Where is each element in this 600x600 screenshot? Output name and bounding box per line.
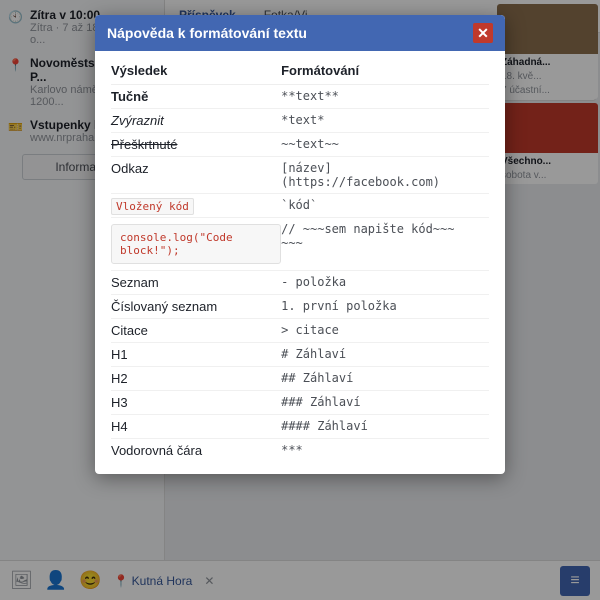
result-cell: H3 (111, 391, 281, 415)
format-cell: **text** (281, 85, 489, 109)
table-row: H2## Záhlaví (111, 367, 489, 391)
table-row: Přeškrtnuté~~text~~ (111, 133, 489, 157)
result-cell: Seznam (111, 271, 281, 295)
table-row: Vložený kód`kód` (111, 194, 489, 218)
format-cell: - položka (281, 271, 489, 295)
format-cell: ~~text~~ (281, 133, 489, 157)
result-cell: Přeškrtnuté (111, 133, 281, 157)
result-cell: H1 (111, 343, 281, 367)
col-result-header: Výsledek (111, 63, 281, 85)
format-cell: *text* (281, 109, 489, 133)
format-cell: ### Záhlaví (281, 391, 489, 415)
result-cell: console.log("Code block!"); (111, 218, 281, 271)
modal-close-button[interactable]: ✕ (473, 23, 493, 43)
modal-body: Výsledek Formátování Tučně**text**Zvýraz… (95, 51, 505, 474)
col-format-header: Formátování (281, 63, 489, 85)
table-row: console.log("Code block!");// ~~~sem nap… (111, 218, 489, 271)
table-row: Tučně**text** (111, 85, 489, 109)
format-cell: [název](https://facebook.com) (281, 157, 489, 194)
table-row: Odkaz[název](https://facebook.com) (111, 157, 489, 194)
modal-title: Nápověda k formátování textu (107, 25, 307, 41)
result-cell: Číslovaný seznam (111, 295, 281, 319)
result-cell: Zvýraznit (111, 109, 281, 133)
format-table: Výsledek Formátování Tučně**text**Zvýraz… (111, 63, 489, 462)
modal-header: Nápověda k formátování textu ✕ (95, 15, 505, 51)
format-cell: 1. první položka (281, 295, 489, 319)
format-cell: ## Záhlaví (281, 367, 489, 391)
table-row: H1# Záhlaví (111, 343, 489, 367)
result-cell: Citace (111, 319, 281, 343)
format-cell: > citace (281, 319, 489, 343)
table-row: Zvýraznit*text* (111, 109, 489, 133)
format-cell: *** (281, 439, 489, 463)
result-cell: Odkaz (111, 157, 281, 194)
table-row: Číslovaný seznam1. první položka (111, 295, 489, 319)
format-cell: #### Záhlaví (281, 415, 489, 439)
table-row: H3### Záhlaví (111, 391, 489, 415)
result-cell: H4 (111, 415, 281, 439)
table-row: Vodorovná čára*** (111, 439, 489, 463)
result-cell: Tučně (111, 85, 281, 109)
format-cell: # Záhlaví (281, 343, 489, 367)
table-row: Seznam- položka (111, 271, 489, 295)
format-cell: // ~~~sem napište kód~~~~~~ (281, 218, 489, 271)
result-cell: Vodorovná čára (111, 439, 281, 463)
table-row: H4#### Záhlaví (111, 415, 489, 439)
result-cell: H2 (111, 367, 281, 391)
format-cell: `kód` (281, 194, 489, 218)
modal-overlay: Nápověda k formátování textu ✕ Výsledek … (0, 0, 600, 600)
table-row: Citace> citace (111, 319, 489, 343)
format-help-modal: Nápověda k formátování textu ✕ Výsledek … (95, 15, 505, 474)
result-cell: Vložený kód (111, 194, 281, 218)
